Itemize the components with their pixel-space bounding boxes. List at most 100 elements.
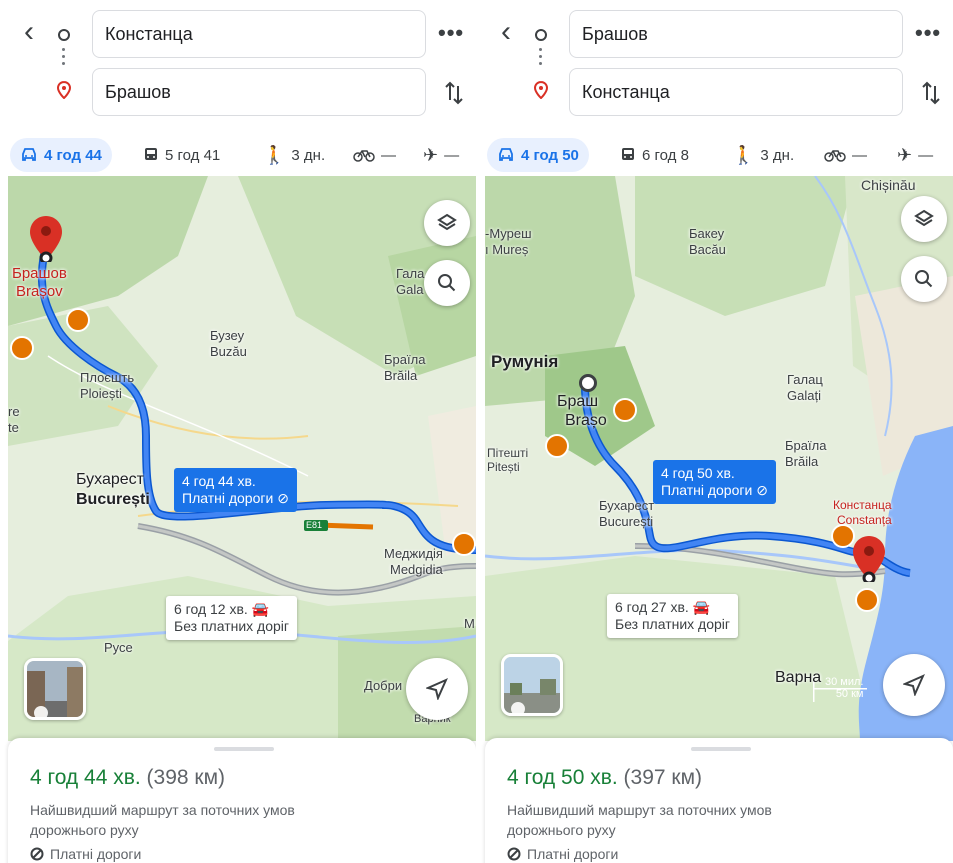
label-braila: Brăila bbox=[384, 368, 418, 383]
route-callout[interactable]: 4 год 44 хв. Платні дороги ⊘ bbox=[174, 468, 297, 512]
label-brasov-ua: Браш bbox=[557, 393, 599, 410]
label-bucharest: București bbox=[599, 514, 654, 529]
street-view-thumbnail[interactable] bbox=[24, 658, 86, 720]
label-buzau-ua: Бузеу bbox=[210, 328, 245, 343]
mode-flight-tab[interactable]: ✈ — bbox=[423, 138, 459, 172]
speed-camera-icon[interactable] bbox=[855, 588, 879, 612]
label-bacau-ua: Бакеу bbox=[689, 226, 725, 241]
route-dots-icon bbox=[539, 48, 543, 69]
label-braila-ua: Браїла bbox=[785, 438, 827, 453]
alt-callout-time: 6 год 12 хв. bbox=[174, 601, 248, 617]
mode-bike-tab[interactable]: — bbox=[824, 138, 867, 172]
layers-button[interactable] bbox=[901, 196, 947, 242]
bus-icon bbox=[145, 148, 157, 160]
speed-camera-icon[interactable] bbox=[545, 434, 569, 458]
route-summary-sheet[interactable]: 4 год 50 хв. (397 км) Найшвидший маршрут… bbox=[485, 738, 953, 863]
origin-dot-icon bbox=[58, 29, 70, 41]
mode-car-tab[interactable]: 4 год 44 bbox=[10, 138, 112, 172]
route-summary: 4 год 50 хв. (397 км) bbox=[507, 766, 702, 790]
route-callout[interactable]: 4 год 50 хв. Платні дороги ⊘ bbox=[653, 460, 776, 504]
route-summary-sheet[interactable]: 4 год 44 хв. (398 км) Найшвидший маршрут… bbox=[8, 738, 476, 863]
alt-route-callout[interactable]: 6 год 27 хв. 🚘 Без платних доріг bbox=[607, 594, 739, 638]
origin-field[interactable]: Брашов bbox=[569, 10, 903, 58]
mode-transit-time: 6 год 8 bbox=[642, 146, 689, 164]
street-view-image bbox=[504, 657, 560, 713]
route-summary: 4 год 44 хв. (398 км) bbox=[30, 766, 225, 790]
destination-map-pin-icon[interactable] bbox=[30, 216, 62, 262]
destination-map-pin-icon[interactable] bbox=[853, 536, 885, 582]
label-constanta-ua: Констанца bbox=[833, 498, 892, 512]
sheet-grabber[interactable] bbox=[691, 747, 751, 751]
swap-icon[interactable] bbox=[444, 80, 464, 106]
label-galati-ua: Галац bbox=[787, 372, 823, 387]
alt-callout-notoll: Без платних доріг bbox=[174, 618, 290, 634]
mode-transit-tab[interactable]: 6 год 8 bbox=[620, 138, 689, 172]
navigation-button[interactable] bbox=[406, 658, 468, 720]
mode-car-tab[interactable]: 4 год 50 bbox=[487, 138, 589, 172]
travel-modes: 4 год 50 6 год 8 🚶 3 дн. — ✈ — bbox=[485, 138, 949, 174]
summary-distance: (398 км) bbox=[146, 766, 226, 789]
mode-flight-tab[interactable]: ✈ — bbox=[897, 138, 933, 172]
label-ploiesti-ua: Плоєшть bbox=[80, 370, 135, 385]
mode-walk-tab[interactable]: 🚶 3 дн. bbox=[263, 138, 325, 172]
route-description: Найшвидший маршрут за поточних умов доро… bbox=[30, 802, 295, 838]
toll-icon: ⊘ bbox=[756, 482, 768, 498]
label-varna: Варна bbox=[775, 669, 822, 686]
label-muresh-ua: -Муреш bbox=[485, 226, 532, 241]
label-pitesti: Pitești bbox=[487, 460, 520, 474]
mode-car-time: 4 год 44 bbox=[44, 146, 102, 164]
mode-bike-time: — bbox=[381, 146, 396, 164]
alt-callout-time: 6 год 27 хв. bbox=[615, 599, 689, 615]
toll-info: Платні дороги bbox=[507, 846, 618, 862]
navigation-arrow-icon bbox=[903, 674, 925, 696]
more-options-icon[interactable]: ••• bbox=[438, 20, 464, 46]
destination-field[interactable]: Брашов bbox=[92, 68, 426, 116]
search-button[interactable] bbox=[424, 260, 470, 306]
speed-camera-icon[interactable] bbox=[452, 532, 476, 556]
toll-icon bbox=[30, 847, 44, 861]
route-callout-toll: Платні дороги bbox=[182, 490, 274, 506]
mode-transit-time: 5 год 41 bbox=[165, 146, 221, 164]
label-bucharest: București bbox=[76, 491, 150, 508]
speed-camera-icon[interactable] bbox=[831, 524, 855, 548]
mode-walk-tab[interactable]: 🚶 3 дн. bbox=[732, 138, 794, 172]
alt-route-callout[interactable]: 6 год 12 хв. 🚘 Без платних доріг bbox=[166, 596, 298, 640]
search-button[interactable] bbox=[901, 256, 947, 302]
speed-camera-icon[interactable] bbox=[613, 398, 637, 422]
more-options-icon[interactable]: ••• bbox=[915, 20, 941, 46]
destination-field[interactable]: Констанца bbox=[569, 68, 903, 116]
route-callout-toll: Платні дороги bbox=[661, 482, 753, 498]
route-description: Найшвидший маршрут за поточних умов доро… bbox=[507, 802, 772, 838]
route-callout-time: 4 год 50 хв. bbox=[661, 465, 735, 481]
map-view[interactable]: E81 Брашов Brașov Бузеу Buzău Плоєшть Pl… bbox=[8, 176, 476, 741]
navigation-arrow-icon bbox=[426, 678, 448, 700]
walk-icon: 🚶 bbox=[263, 144, 286, 165]
origin-field[interactable]: Констанца bbox=[92, 10, 426, 58]
alt-callout-notoll: Без платних доріг bbox=[615, 616, 731, 632]
speed-camera-icon[interactable] bbox=[10, 336, 34, 360]
mode-walk-time: 3 дн. bbox=[760, 146, 795, 164]
summary-time: 4 год 50 хв. bbox=[507, 766, 618, 789]
layers-button[interactable] bbox=[424, 200, 470, 246]
swap-icon[interactable] bbox=[921, 80, 941, 106]
summary-time: 4 год 44 хв. bbox=[30, 766, 141, 789]
plane-icon: ✈ bbox=[423, 144, 439, 165]
back-arrow-icon[interactable]: ‹ bbox=[501, 17, 525, 48]
origin-dot-icon bbox=[535, 29, 547, 41]
back-arrow-icon[interactable]: ‹ bbox=[24, 17, 48, 48]
sheet-grabber[interactable] bbox=[214, 747, 274, 751]
origin-map-marker[interactable] bbox=[579, 374, 597, 392]
speed-camera-icon[interactable] bbox=[66, 308, 90, 332]
map-view[interactable]: Chișinău -Муреш ı Mureș Бакеу Bacău Руму… bbox=[485, 176, 953, 741]
label-ploiesti: Ploiești bbox=[80, 386, 122, 401]
navigation-button[interactable] bbox=[883, 654, 945, 716]
label-galati-ua: Гала bbox=[396, 266, 425, 281]
street-view-thumbnail[interactable] bbox=[501, 654, 563, 716]
walk-icon: 🚶 bbox=[732, 144, 755, 165]
mode-transit-tab[interactable]: 5 год 41 bbox=[143, 138, 220, 172]
label-bucharest-ua: Бухарест bbox=[599, 498, 655, 513]
label-braila: Brăila bbox=[785, 454, 819, 469]
destination-pin-icon bbox=[56, 81, 72, 99]
mode-bike-tab[interactable]: — bbox=[353, 138, 396, 172]
mode-bike-time: — bbox=[852, 146, 867, 164]
